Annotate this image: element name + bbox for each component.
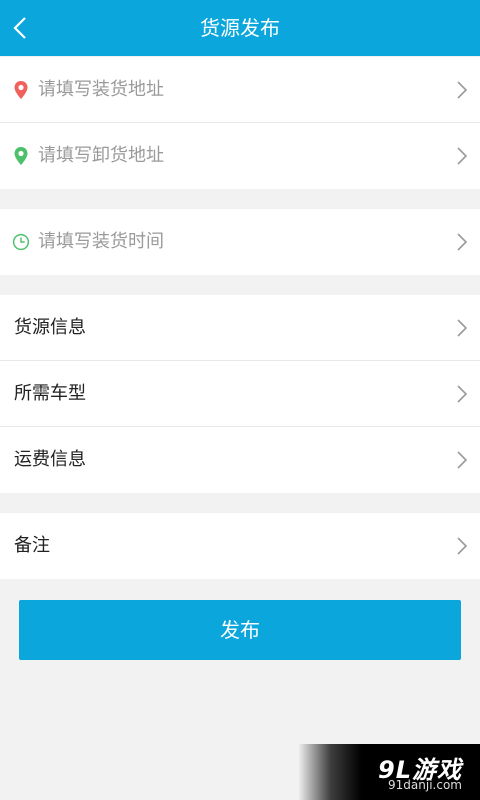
vehicle-type-label: 所需车型 [14, 383, 86, 404]
chevron-right-icon [457, 537, 468, 555]
remarks-group: 备注 [0, 513, 480, 579]
remarks-row[interactable]: 备注 [0, 513, 480, 579]
loading-address-row[interactable]: 请填写装货地址 [0, 57, 480, 123]
loading-time-row[interactable]: 请填写装货时间 [0, 209, 480, 275]
chevron-right-icon [457, 384, 468, 403]
unloading-address-placeholder: 请填写卸货地址 [38, 145, 164, 166]
chevron-right-icon [457, 147, 468, 165]
freight-info-row[interactable]: 运费信息 [0, 427, 480, 493]
info-group: 货源信息 所需车型 运费信息 [0, 295, 480, 493]
watermark: 9L游戏 91danji.com [298, 744, 480, 800]
unloading-address-row[interactable]: 请填写卸货地址 [0, 123, 480, 189]
chevron-right-icon [457, 451, 468, 469]
top-bar: 货源发布 [0, 0, 480, 56]
chevron-right-icon [457, 80, 468, 99]
watermark-url: 91danji.com [388, 778, 462, 792]
clock-icon [12, 231, 30, 253]
address-group: 请填写装货地址 请填写卸货地址 [0, 57, 480, 189]
chevron-right-icon [457, 318, 468, 337]
location-pin-icon [12, 79, 30, 101]
loading-time-placeholder: 请填写装货时间 [38, 231, 164, 252]
cargo-info-label: 货源信息 [14, 317, 86, 338]
publish-button[interactable]: 发布 [19, 600, 461, 660]
page-title: 货源发布 [200, 16, 280, 40]
loading-address-placeholder: 请填写装货地址 [38, 79, 164, 100]
time-group: 请填写装货时间 [0, 209, 480, 275]
freight-info-label: 运费信息 [14, 449, 86, 470]
cargo-info-row[interactable]: 货源信息 [0, 295, 480, 361]
location-pin-icon [12, 145, 30, 167]
chevron-right-icon [457, 233, 468, 251]
vehicle-type-row[interactable]: 所需车型 [0, 361, 480, 427]
remarks-label: 备注 [14, 535, 50, 556]
